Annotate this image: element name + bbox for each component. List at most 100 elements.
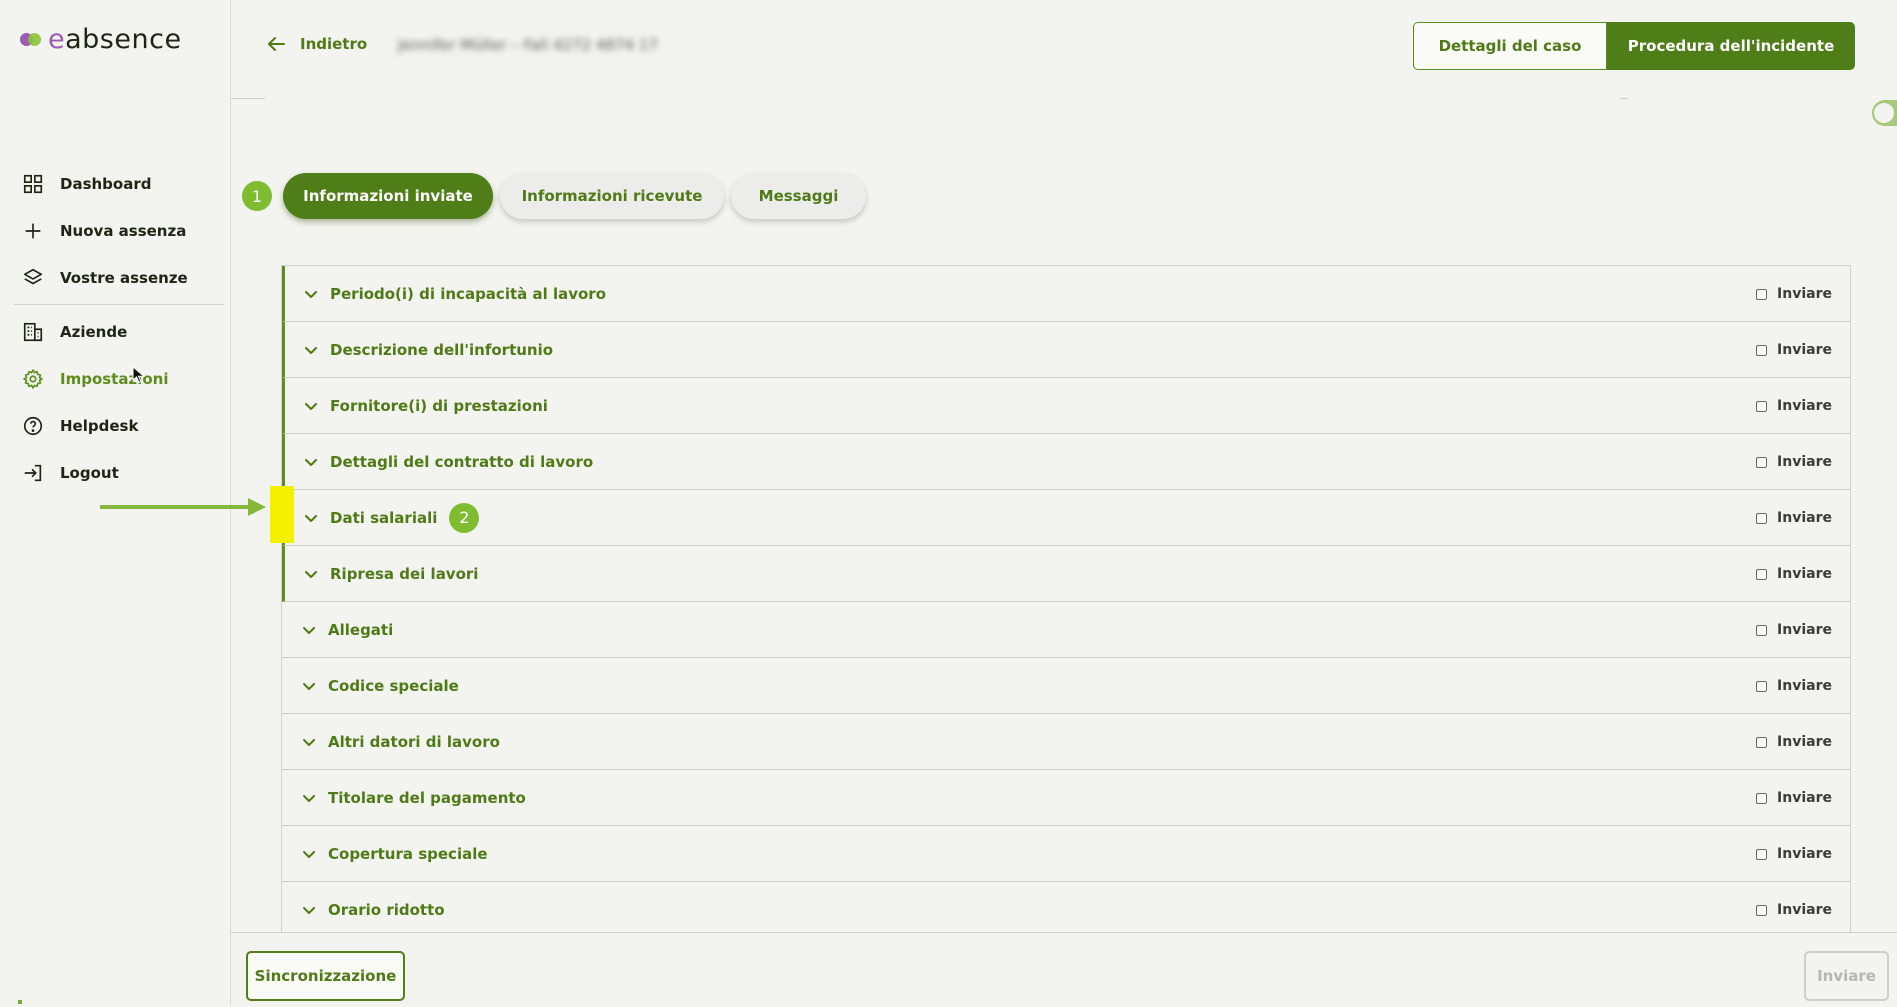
section-label: Titolare del pagamento	[328, 788, 526, 807]
send-checkbox-label: Inviare	[1777, 790, 1832, 806]
section-label: Fornitore(i) di prestazioni	[330, 396, 548, 415]
sidebar-item-label: Aziende	[60, 322, 128, 341]
sidebar-item-logout[interactable]: Logout	[0, 449, 231, 496]
section-row[interactable]: Allegati Inviare	[282, 602, 1850, 658]
send-checkbox-label: Inviare	[1777, 846, 1832, 862]
header-divider-right	[1620, 98, 1628, 99]
send-option[interactable]: Inviare	[1756, 770, 1832, 826]
send-option[interactable]: Inviare	[1756, 490, 1832, 546]
section-row[interactable]: Ripresa dei lavori Inviare	[282, 546, 1850, 602]
send-option[interactable]: Inviare	[1756, 826, 1832, 882]
send-checkbox-label: Inviare	[1777, 566, 1832, 582]
send-checkbox[interactable]	[1756, 792, 1768, 804]
annotation-arrow-icon	[100, 498, 266, 516]
step-badge: 2	[449, 502, 480, 533]
send-option[interactable]: Inviare	[1756, 434, 1832, 490]
send-checkbox[interactable]	[1756, 904, 1768, 916]
chevron-down-icon	[305, 346, 317, 354]
side-panel-toggle[interactable]	[1872, 100, 1897, 126]
sidebar-item-label: Helpdesk	[60, 416, 139, 435]
section-row[interactable]: Periodo(i) di incapacità al lavoro Inviar…	[282, 266, 1850, 322]
help-circle-icon	[23, 416, 43, 435]
sidebar-footer-mark	[18, 1000, 22, 1004]
section-label: Orario ridotto	[328, 900, 445, 919]
sidebar-item-new-absence[interactable]: Nuova assenza	[0, 207, 231, 254]
send-option[interactable]: Inviare	[1756, 378, 1832, 434]
sidebar-item-settings[interactable]: Impostazioni	[0, 355, 231, 402]
send-button: Inviare	[1804, 951, 1889, 1001]
chevron-down-icon	[303, 906, 315, 914]
back-button[interactable]: Indietro	[264, 32, 367, 56]
chevron-down-icon	[303, 682, 315, 690]
send-checkbox[interactable]	[1756, 456, 1768, 468]
section-row[interactable]: Altri datori di lavoro Inviare	[282, 714, 1850, 770]
send-checkbox[interactable]	[1756, 400, 1768, 412]
send-checkbox-label: Inviare	[1777, 342, 1832, 358]
back-label: Indietro	[300, 35, 368, 53]
send-checkbox-label: Inviare	[1777, 902, 1832, 918]
send-checkbox[interactable]	[1756, 344, 1768, 356]
case-title: Jennifer Müller – Fall 4272 4874 17	[398, 36, 659, 54]
sidebar-divider	[14, 304, 224, 305]
sidebar: eabsence Dashboard Nuova assenza Vostre …	[0, 0, 266, 1006]
section-row[interactable]: Copertura speciale Inviare	[282, 826, 1850, 882]
send-option[interactable]: Inviare	[1756, 882, 1832, 932]
footer-bar	[231, 932, 1897, 1007]
send-checkbox-label: Inviare	[1777, 286, 1832, 302]
send-checkbox-label: Inviare	[1777, 678, 1832, 694]
send-checkbox-label: Inviare	[1777, 510, 1832, 526]
send-option[interactable]: Inviare	[1756, 602, 1832, 658]
section-row[interactable]: Fornitore(i) di prestazioni Inviare	[282, 378, 1850, 434]
app-logo[interactable]: eabsence	[20, 23, 182, 55]
send-checkbox[interactable]	[1756, 512, 1768, 524]
sync-button[interactable]: Sincronizzazione	[246, 951, 405, 1001]
case-details-button[interactable]: Dettagli del caso	[1413, 22, 1607, 70]
send-option[interactable]: Inviare	[1756, 658, 1832, 714]
section-label: Allegati	[328, 620, 394, 639]
send-checkbox[interactable]	[1756, 680, 1768, 692]
section-row[interactable]: Dettagli del contratto di lavoro Inviare	[282, 434, 1850, 490]
send-checkbox[interactable]	[1756, 624, 1768, 636]
mouse-cursor-icon	[132, 366, 146, 384]
send-checkbox[interactable]	[1756, 736, 1768, 748]
tab-information-received[interactable]: Informazioni ricevute	[500, 173, 724, 219]
send-checkbox[interactable]	[1756, 568, 1768, 580]
sidebar-item-label: Logout	[60, 463, 119, 482]
chevron-down-icon	[305, 570, 317, 578]
chevron-down-icon	[305, 402, 317, 410]
incident-procedure-button[interactable]: Procedura dell'incidente	[1607, 22, 1855, 70]
send-checkbox[interactable]	[1756, 848, 1768, 860]
section-row[interactable]: Titolare del pagamento Inviare	[282, 770, 1850, 826]
section-row[interactable]: Codice speciale Inviare	[282, 658, 1850, 714]
sidebar-item-dashboard[interactable]: Dashboard	[0, 160, 231, 207]
logo-mark-icon	[20, 31, 42, 47]
tab-messages[interactable]: Messaggi	[731, 173, 866, 219]
logout-icon	[24, 464, 42, 481]
send-checkbox-label: Inviare	[1777, 734, 1832, 750]
send-option[interactable]: Inviare	[1756, 322, 1832, 378]
section-label: Copertura speciale	[328, 844, 488, 863]
section-label: Periodo(i) di incapacità al lavoro	[330, 284, 607, 303]
logo-text: eabsence	[48, 23, 182, 55]
section-row[interactable]: Descrizione dell'infortunio Inviare	[282, 322, 1850, 378]
send-checkbox-label: Inviare	[1777, 622, 1832, 638]
section-label: Descrizione dell'infortunio	[330, 340, 554, 359]
tab-information-sent[interactable]: Informazioni inviate	[283, 173, 493, 219]
send-option[interactable]: Inviare	[1756, 714, 1832, 770]
section-row[interactable]: Orario ridotto Inviare	[282, 882, 1850, 932]
sidebar-nav: Dashboard Nuova assenza Vostre assenze A…	[0, 160, 231, 496]
send-checkbox[interactable]	[1756, 288, 1768, 300]
section-label: Codice speciale	[328, 676, 459, 695]
layers-icon	[23, 268, 43, 284]
sidebar-item-your-absences[interactable]: Vostre assenze	[0, 254, 231, 301]
section-row[interactable]: Dati salariali 2 Inviare	[282, 490, 1850, 546]
send-option[interactable]: Inviare	[1756, 266, 1832, 322]
send-option[interactable]: Inviare	[1756, 546, 1832, 602]
sidebar-item-label: Nuova assenza	[60, 221, 187, 240]
sidebar-item-helpdesk[interactable]: Helpdesk	[0, 402, 231, 449]
chevron-down-icon	[303, 738, 315, 746]
send-checkbox-label: Inviare	[1777, 454, 1832, 470]
arrow-left-icon	[267, 37, 285, 51]
sidebar-item-companies[interactable]: Aziende	[0, 308, 231, 355]
building-icon	[23, 322, 43, 341]
